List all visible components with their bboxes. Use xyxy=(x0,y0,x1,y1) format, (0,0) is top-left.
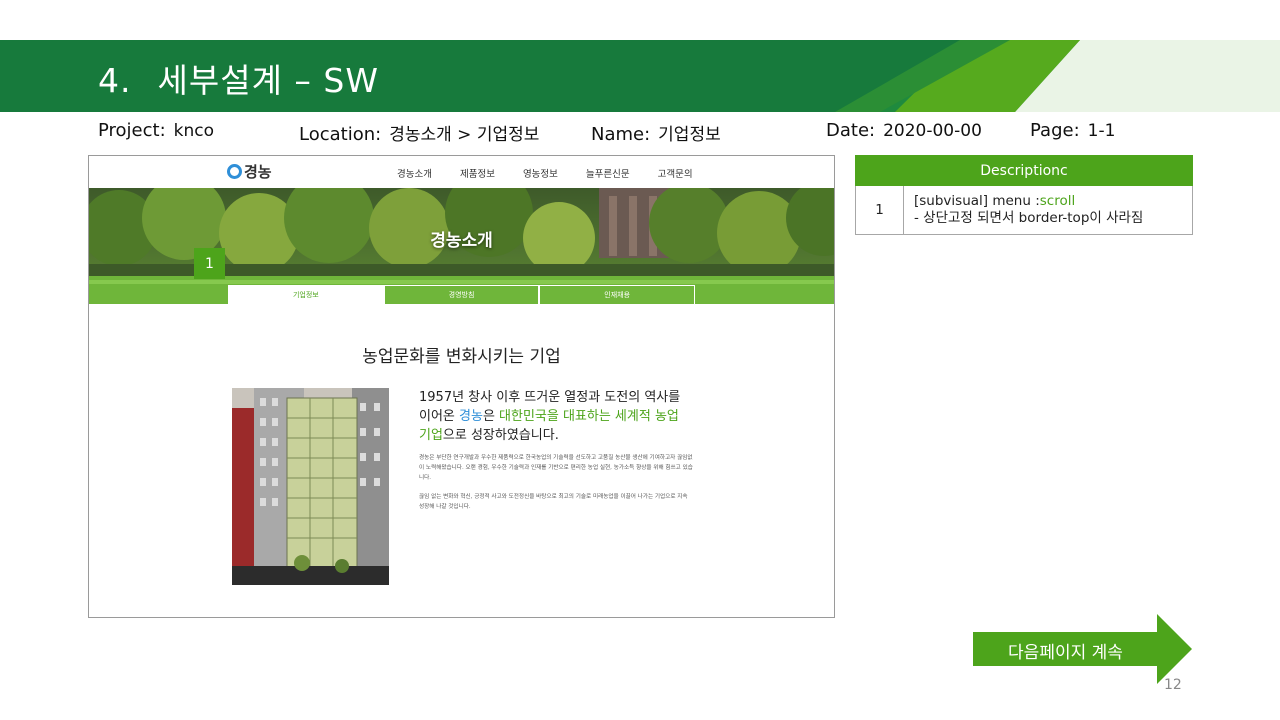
body-paragraph-2: 끊임 없는 변화와 혁신, 긍정적 사고와 도전정신을 바탕으로 최고의 기술로… xyxy=(419,494,688,510)
date-label: Date: xyxy=(826,120,876,141)
site-logo[interactable]: 경농 xyxy=(227,161,272,182)
lead-text: 1957년 창사 이후 뜨거운 열정과 도전의 역사를 이어온 경농은 대한민국… xyxy=(419,388,719,445)
logo-ring-icon xyxy=(227,164,242,179)
slide-number: 4. xyxy=(98,61,132,100)
lead-2a: 이어온 xyxy=(419,409,460,424)
project-label: Project: xyxy=(98,120,166,141)
row-line-1-accent: scroll xyxy=(1039,193,1076,209)
menu-item-news[interactable]: 늘푸른신문 xyxy=(586,166,630,180)
row-line-2: - 상단고정 되면서 border-top이 사라짐 xyxy=(914,210,1144,226)
date-value: 2020-00-00 xyxy=(883,121,982,141)
slide-page-number: 12 xyxy=(1164,677,1182,693)
lead-3b: 으로 성장하였습니다. xyxy=(442,428,559,443)
lead-brand: 경농 xyxy=(459,409,483,424)
tab-company-info[interactable]: 기업정보 xyxy=(228,285,384,305)
meta-location: Location: 경농소개 > 기업정보 xyxy=(299,120,539,145)
menu-item-farming[interactable]: 영농정보 xyxy=(523,166,558,180)
menu-item-contact[interactable]: 고객문의 xyxy=(658,166,693,180)
slide-title-text: 세부설계 – SW xyxy=(157,61,379,100)
slide-title: 4. 세부설계 – SW xyxy=(98,54,379,102)
section-heading: 농업문화를 변화시키는 기업 xyxy=(362,347,561,367)
description-header: Descriptionc xyxy=(855,155,1193,186)
row-line-1-text: [subvisual] menu : xyxy=(914,193,1040,209)
row-number: 1 xyxy=(855,185,904,235)
project-value: knco xyxy=(173,121,215,141)
lead-line-2: 이어온 경농은 대한민국을 대표하는 세계적 농업 xyxy=(419,407,719,426)
body-paragraph-1: 경농은 부단한 연구개발과 우수한 제품력으로 한국농업의 기술력을 선도하고 … xyxy=(419,455,693,481)
lead-line-1: 1957년 창사 이후 뜨거운 열정과 도전의 역사를 xyxy=(419,390,681,405)
row-description: [subvisual] menu :scroll - 상단고정 되면서 bord… xyxy=(903,185,1193,235)
tab-management-policy[interactable]: 경영방침 xyxy=(383,285,540,305)
lead-highlight: 대한민국을 대표하는 세계적 농업 xyxy=(499,409,679,424)
page-value: 1-1 xyxy=(1087,121,1116,141)
mockup-navbar: 경농 경농소개 제품정보 영농정보 늘푸른신문 고객문의 xyxy=(89,156,834,188)
description-table: Descriptionc 1 [subvisual] menu :scroll … xyxy=(855,155,1193,235)
next-page-label: 다음페이지 계속 xyxy=(1008,643,1123,663)
name-label: Name: xyxy=(591,124,651,145)
tab-recruitment[interactable]: 인재채용 xyxy=(539,285,696,305)
location-label: Location: xyxy=(299,124,382,145)
logo-text: 경농 xyxy=(244,163,272,181)
main-menu: 경농소개 제품정보 영농정보 늘푸른신문 고객문의 xyxy=(397,166,721,180)
location-value: 경농소개 > 기업정보 xyxy=(389,125,540,145)
name-value: 기업정보 xyxy=(658,125,721,145)
next-page-button[interactable]: 다음페이지 계속 xyxy=(973,614,1193,686)
building-image xyxy=(232,388,389,585)
lead-line-3: 기업으로 성장하였습니다. xyxy=(419,426,719,445)
meta-project: Project: knco xyxy=(98,120,214,141)
meta-page: Page: 1-1 xyxy=(1030,120,1115,141)
menu-item-products[interactable]: 제품정보 xyxy=(460,166,495,180)
meta-date: Date: 2020-00-00 xyxy=(826,120,982,141)
sub-menu-tabs: 기업정보 경영방침 인재채용 xyxy=(228,285,696,305)
annotation-marker: 1 xyxy=(194,248,225,279)
page-label: Page: xyxy=(1030,120,1080,141)
website-mockup: 경농 경농소개 제품정보 영농정보 늘푸른신문 고객문의 경농소개 1 기업정보… xyxy=(88,155,835,618)
table-row: 1 [subvisual] menu :scroll - 상단고정 되면서 bo… xyxy=(855,185,1193,235)
lead-2c: 은 xyxy=(482,409,500,424)
row-line-1: [subvisual] menu :scroll xyxy=(914,193,1182,210)
meta-name: Name: 기업정보 xyxy=(591,120,721,145)
lead-highlight-2: 기업 xyxy=(419,428,443,443)
menu-item-about[interactable]: 경농소개 xyxy=(397,166,432,180)
